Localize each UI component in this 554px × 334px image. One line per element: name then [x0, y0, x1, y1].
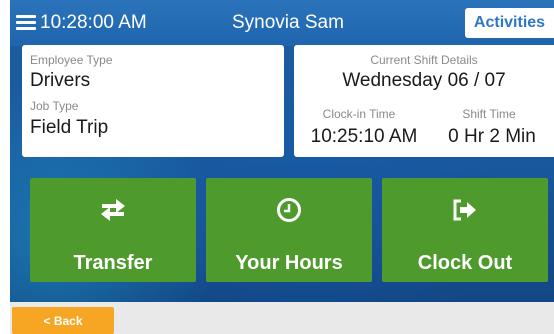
clock-icon: [206, 196, 372, 224]
transfer-label: Transfer: [73, 252, 153, 274]
your-hours-tile[interactable]: Your Hours: [206, 178, 372, 282]
clock-in-label: Clock-in Time: [322, 107, 396, 121]
shift-date: Wednesday 06 / 07: [342, 70, 506, 91]
current-time: 10:28:00 AM: [40, 12, 147, 33]
transfer-arrows-icon: [30, 196, 196, 224]
employee-info-card: Employee Type Drivers Job Type Field Tri…: [22, 45, 284, 157]
transfer-tile[interactable]: Transfer: [30, 178, 196, 282]
sign-out-icon: [382, 196, 548, 224]
employee-type-label: Employee Type: [30, 53, 113, 67]
shift-time-label: Shift Time: [462, 107, 516, 121]
top-header: 10:28:00 AM Synovia Sam Activities: [10, 0, 554, 46]
app-frame: 10:28:00 AM Synovia Sam Activities Emplo…: [0, 0, 554, 334]
bottom-bar: < Back: [10, 302, 554, 334]
clock-in-value: 10:25:10 AM: [310, 126, 418, 147]
your-hours-label: Your Hours: [235, 252, 343, 274]
employee-type-value: Drivers: [30, 70, 91, 91]
hamburger-menu-icon[interactable]: [16, 15, 36, 31]
back-button[interactable]: < Back: [12, 307, 114, 334]
job-type-value: Field Trip: [30, 117, 109, 138]
shift-details-card: Current Shift Details Wednesday 06 / 07 …: [294, 45, 554, 157]
clock-out-label: Clock Out: [417, 252, 513, 274]
job-type-label: Job Type: [30, 99, 79, 113]
shift-details-title: Current Shift Details: [370, 53, 478, 67]
clock-out-tile[interactable]: Clock Out: [382, 178, 548, 282]
user-name: Synovia Sam: [232, 12, 344, 33]
shift-time-value: 0 Hr 2 Min: [448, 126, 536, 147]
activities-button[interactable]: Activities: [465, 8, 554, 38]
app-screen: 10:28:00 AM Synovia Sam Activities Emplo…: [10, 0, 554, 334]
